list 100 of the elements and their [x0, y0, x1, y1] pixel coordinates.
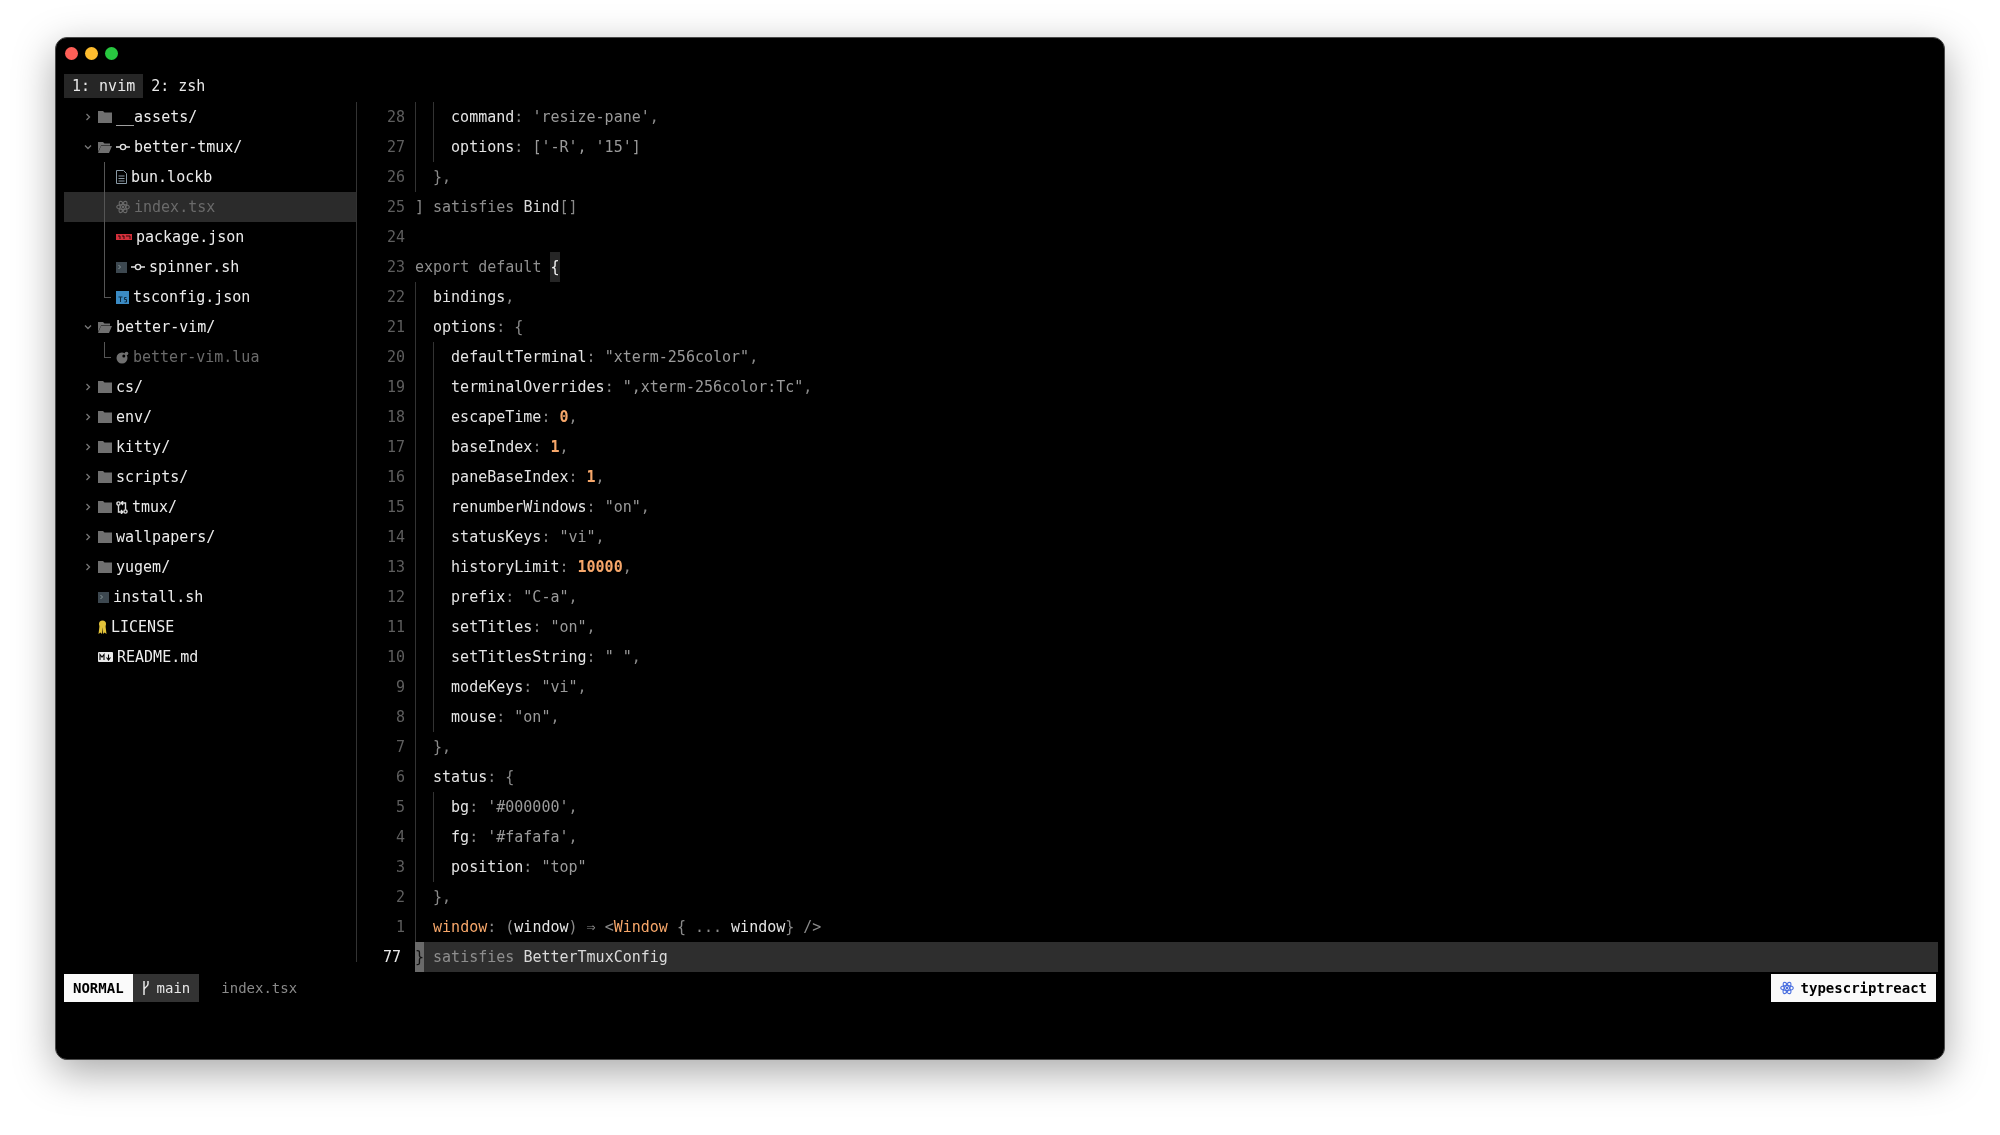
code-line: baseIndex: 1, — [415, 432, 1938, 462]
indent-guide — [104, 342, 111, 358]
line-number: 14 — [385, 527, 406, 548]
window-tab[interactable]: 2: zsh — [143, 74, 214, 98]
folder-icon — [98, 381, 112, 393]
minimize-button[interactable] — [85, 47, 98, 60]
branch-name: main — [156, 979, 191, 998]
folder-item[interactable]: better-vim/ — [64, 312, 356, 342]
code-line: }, — [415, 882, 1938, 912]
line-number: 7 — [394, 737, 406, 758]
line-number: 16 — [385, 467, 406, 488]
code-line: bg: '#000000', — [415, 792, 1938, 822]
line-number: 27 — [385, 137, 406, 158]
code-line: defaultTerminal: "xterm-256color", — [415, 342, 1938, 372]
code-line: setTitles: "on", — [415, 612, 1938, 642]
folder-item[interactable]: scripts/ — [64, 462, 356, 492]
line-number: 28 — [385, 107, 406, 128]
file-item[interactable]: bun.lockb — [64, 162, 356, 192]
file-item[interactable]: package.json — [64, 222, 356, 252]
code-line: bindings, — [415, 282, 1938, 312]
line-number: 21 — [385, 317, 406, 338]
zoom-button[interactable] — [105, 47, 118, 60]
file-item[interactable]: better-vim.lua — [64, 342, 356, 372]
compare-arrows-icon — [116, 500, 128, 514]
code-line: terminalOverrides: ",xterm-256color:Tc", — [415, 372, 1938, 402]
folder-item[interactable]: env/ — [64, 402, 356, 432]
line-number: 26 — [385, 167, 406, 188]
window-tab[interactable]: 1: nvim — [64, 74, 144, 98]
folder-icon — [98, 561, 112, 573]
code-line: options: ['-R', '15'] — [415, 132, 1938, 162]
code-line: }, — [415, 732, 1938, 762]
folder-icon — [98, 411, 112, 423]
line-number: 13 — [385, 557, 406, 578]
open-folder-icon — [98, 141, 112, 153]
line-number: 2 — [394, 887, 406, 908]
folder-item[interactable]: yugem/ — [64, 552, 356, 582]
line-number: 4 — [394, 827, 406, 848]
folder-item[interactable]: __assets/ — [64, 102, 356, 132]
folder-item[interactable]: wallpapers/ — [64, 522, 356, 552]
line-number: 8 — [394, 707, 406, 728]
ribbon-icon — [98, 620, 107, 634]
file-item[interactable]: tsconfig.json — [64, 282, 356, 312]
file-item[interactable]: README.md — [64, 642, 356, 672]
line-number: 20 — [385, 347, 406, 368]
open-folder-icon — [98, 321, 112, 333]
code-line: prefix: "C-a", — [415, 582, 1938, 612]
commit-icon — [131, 262, 145, 272]
document-icon — [116, 170, 127, 184]
file-item[interactable]: spinner.sh — [64, 252, 356, 282]
line-number: 17 — [385, 437, 406, 458]
folder-item[interactable]: better-tmux/ — [64, 132, 356, 162]
line-number: 19 — [385, 377, 406, 398]
atom-icon — [1779, 981, 1794, 995]
folder-item[interactable]: tmux/ — [64, 492, 356, 522]
folder-icon — [98, 531, 112, 543]
mode-indicator: NORMAL — [64, 974, 133, 1002]
code-line: statusKeys: "vi", — [415, 522, 1938, 552]
commit-icon — [116, 142, 130, 152]
line-number: 25 — [385, 197, 406, 218]
terminal-icon — [98, 591, 109, 603]
line-number: 1 — [394, 917, 406, 938]
folder-item[interactable]: kitty/ — [64, 432, 356, 462]
code-line: escapeTime: 0, — [415, 402, 1938, 432]
folder-icon — [98, 111, 112, 123]
code-line: renumberWindows: "on", — [415, 492, 1938, 522]
folder-icon — [98, 501, 112, 513]
line-number: 77 — [381, 947, 402, 968]
file-item[interactable]: install.sh — [64, 582, 356, 612]
typescript-file-icon — [116, 290, 129, 304]
line-number: 22 — [385, 287, 406, 308]
moon-icon — [116, 350, 129, 364]
close-button[interactable] — [65, 47, 78, 60]
code-line: paneBaseIndex: 1, — [415, 462, 1938, 492]
code-line: mouse: "on", — [415, 702, 1938, 732]
code-line: ] satisfies Bind[] — [415, 197, 579, 218]
line-number: 10 — [385, 647, 406, 668]
package-icon — [116, 234, 132, 240]
line-number: 24 — [385, 227, 406, 248]
folder-icon — [98, 441, 112, 453]
line-number: 5 — [394, 797, 406, 818]
code-line: command: 'resize-pane', — [415, 102, 1938, 132]
line-number: 9 — [394, 677, 406, 698]
line-number: 23 — [385, 257, 406, 278]
line-number: 3 — [394, 857, 406, 878]
line-number: 18 — [385, 407, 406, 428]
code-line: options: { — [415, 312, 1938, 342]
folder-item[interactable]: cs/ — [64, 372, 356, 402]
code-line: export default { — [415, 252, 1938, 282]
code-line: status: { — [415, 762, 1938, 792]
file-item[interactable]: LICENSE — [64, 612, 356, 642]
code-line: modeKeys: "vi", — [415, 672, 1938, 702]
line-number: 6 — [394, 767, 406, 788]
branch-icon — [141, 981, 150, 995]
code-line: historyLimit: 10000, — [415, 552, 1938, 582]
markdown-icon — [98, 652, 113, 662]
code-line: setTitlesString: " ", — [415, 642, 1938, 672]
folder-icon — [98, 471, 112, 483]
atom-icon — [116, 200, 130, 214]
code-line: position: "top" — [415, 852, 1938, 882]
terminal-icon — [116, 261, 127, 273]
